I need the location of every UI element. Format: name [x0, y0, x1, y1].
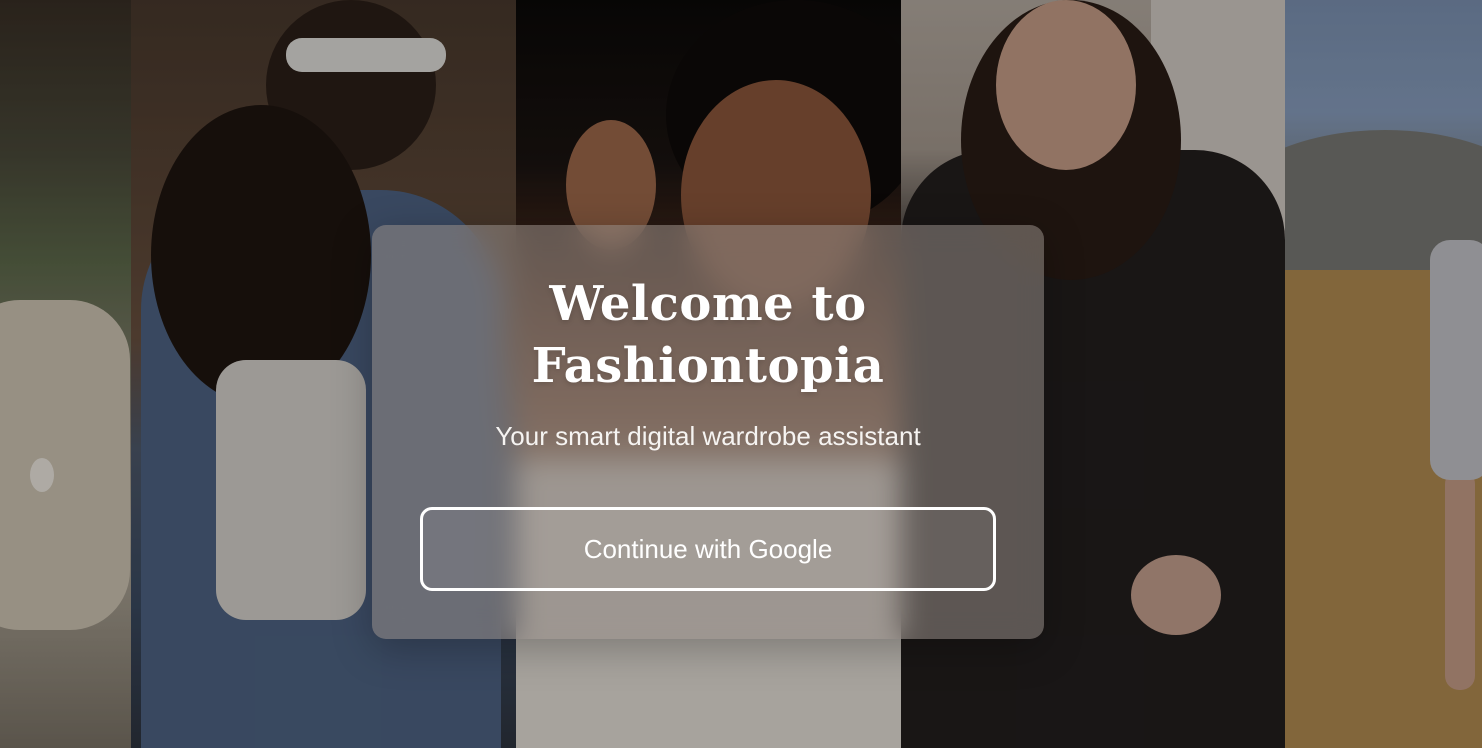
continue-with-google-button[interactable]: Continue with Google [420, 507, 996, 591]
welcome-card: Welcome to Fashiontopia Your smart digit… [372, 225, 1044, 639]
page-title: Welcome to Fashiontopia [372, 273, 1044, 397]
tagline: Your smart digital wardrobe assistant [495, 421, 921, 451]
login-screen: Welcome to Fashiontopia Your smart digit… [0, 0, 1482, 748]
title-line-2: Fashiontopia [531, 338, 885, 394]
continue-with-google-label: Continue with Google [583, 533, 833, 564]
title-line-1: Welcome to [549, 276, 867, 332]
